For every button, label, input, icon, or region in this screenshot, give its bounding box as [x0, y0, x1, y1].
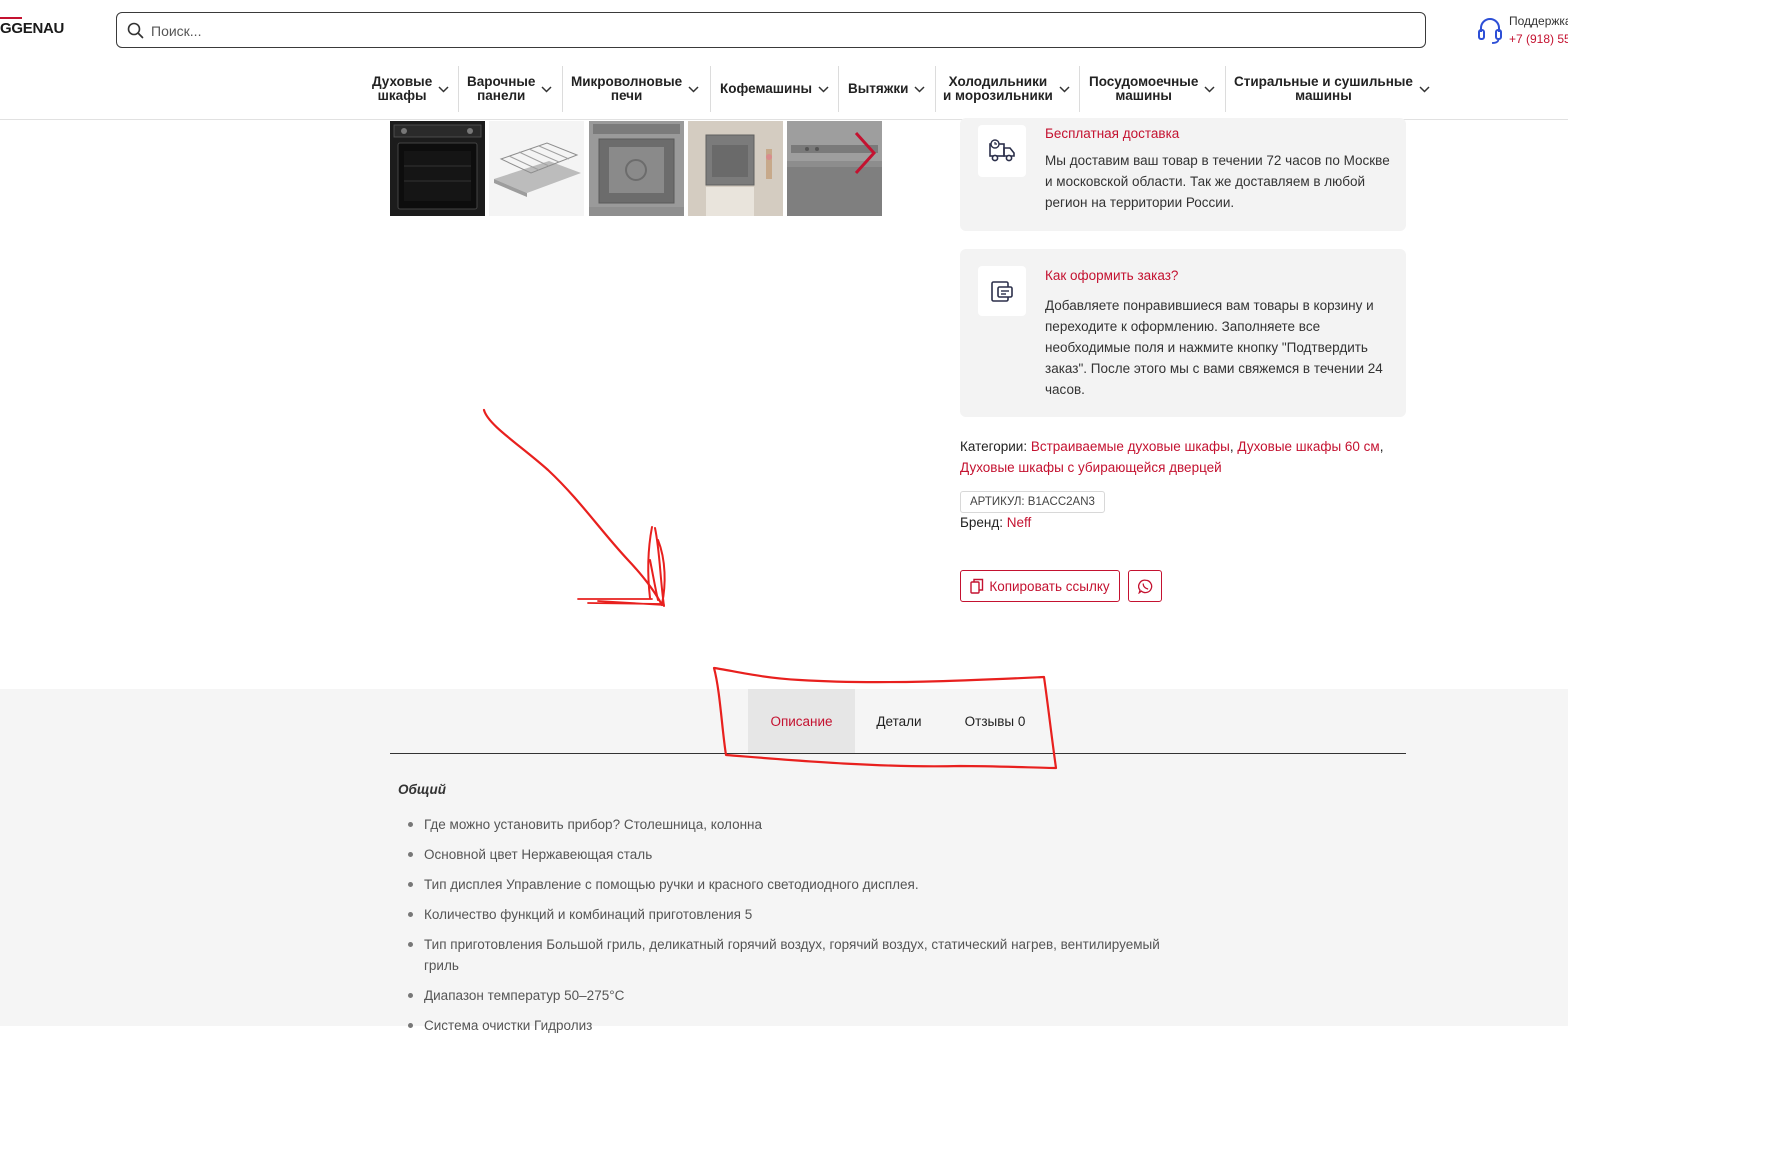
nav-item-coffee[interactable]: Кофемашины [720, 64, 829, 114]
chevron-right-icon[interactable] [848, 130, 878, 176]
annotation-arrow-base [577, 598, 665, 606]
tab-details[interactable]: Детали [862, 689, 936, 753]
nav-item-label: Духовые шкафы [372, 74, 433, 103]
nav-item-washers[interactable]: Стиральные и сушильные машины [1234, 64, 1430, 114]
copy-icon [970, 578, 984, 594]
nav-divider [710, 66, 711, 112]
wire-rack-image [489, 121, 584, 216]
nav-item-label: Стиральные и сушильные машины [1234, 74, 1413, 103]
gallery-thumbnail[interactable] [589, 121, 684, 216]
whatsapp-share-button[interactable] [1128, 570, 1162, 602]
tabs-divider [390, 753, 1406, 754]
spec-item: Количество функций и комбинаций приготов… [408, 904, 1188, 925]
gallery-thumbnail[interactable] [688, 121, 783, 216]
support-phone[interactable]: +7 (918) 55 [1509, 32, 1568, 46]
oven-in-kitchen-image [688, 121, 783, 216]
category-link[interactable]: Встраиваемые духовые шкафы [1031, 439, 1230, 454]
oven-front-image [390, 121, 485, 216]
nav-item-hobs[interactable]: Варочные панели [467, 64, 552, 114]
nav-divider [1079, 66, 1080, 112]
spec-item: Тип приготовления Большой гриль, деликат… [408, 934, 1188, 976]
nav-item-label: Варочные панели [467, 74, 536, 103]
chevron-down-icon [1419, 85, 1430, 93]
categories: Категории: Встраиваемые духовые шкафы, Д… [960, 439, 1384, 475]
chevron-down-icon [688, 85, 699, 93]
support-title: Поддержка [1509, 14, 1568, 28]
oven-interior-image [589, 121, 684, 216]
nav-item-dishwashers[interactable]: Посудомоечные машины [1089, 64, 1215, 114]
chevron-down-icon [1204, 85, 1215, 93]
support-block[interactable]: Поддержка +7 (918) 55 [1477, 14, 1568, 50]
order-card-text: Добавляете понравившиеся вам товары в ко… [1045, 298, 1383, 397]
category-link[interactable]: Духовые шкафы с убирающейся дверцей [960, 460, 1222, 475]
chevron-down-icon [914, 85, 925, 93]
tab-reviews[interactable]: Отзывы 0 [954, 689, 1036, 753]
truck-icon-box [978, 125, 1026, 177]
delivery-card-text: Мы доставим ваш товар в течении 72 часов… [1045, 153, 1390, 210]
chevron-down-icon [818, 85, 829, 93]
search-input[interactable] [151, 20, 1411, 42]
brand-link[interactable]: Neff [1007, 515, 1032, 530]
chevron-down-icon [541, 85, 552, 93]
spec-section-title: Общий [398, 782, 446, 797]
chevron-down-icon [438, 85, 449, 93]
copy-link-label: Копировать ссылку [989, 578, 1110, 594]
nav-item-microwaves[interactable]: Микроволновые печи [571, 64, 699, 114]
gallery-thumbnail[interactable] [489, 121, 584, 216]
categories-label: Категории: [960, 439, 1028, 454]
search-icon [127, 22, 144, 39]
delivery-card: Бесплатная доставка Мы доставим ваш това… [960, 118, 1406, 231]
order-card-title: Как оформить заказ? [1045, 268, 1179, 283]
gallery-thumbnail[interactable] [390, 121, 485, 216]
tab-description[interactable]: Описание [748, 689, 855, 753]
nav-item-label: Микроволновые печи [571, 74, 683, 103]
nav-item-ovens[interactable]: Духовые шкафы [372, 64, 449, 114]
whatsapp-icon [1137, 579, 1152, 594]
main-nav: Духовые шкафы Варочные панели Микроволно… [0, 64, 1568, 120]
spec-item: Основной цвет Нержавеющая сталь [408, 844, 1188, 865]
sku-badge: АРТИКУЛ: B1ACC2AN3 [960, 491, 1105, 513]
headset-icon [1478, 18, 1502, 44]
category-link[interactable]: Духовые шкафы 60 см [1237, 439, 1379, 454]
copy-link-button[interactable]: Копировать ссылку [960, 570, 1120, 602]
nav-divider [562, 66, 563, 112]
spec-item: Тип дисплея Управление с помощью ручки и… [408, 874, 1188, 895]
chevron-down-icon [1059, 85, 1070, 93]
spec-item: Диапазон температур 50–275°C [408, 985, 1188, 1006]
annotation-arrow [482, 408, 664, 607]
delivery-card-title: Бесплатная доставка [1045, 126, 1180, 141]
nav-divider [1225, 66, 1226, 112]
spec-item: Система очистки Гидролиз [408, 1015, 1188, 1036]
nav-item-label: Вытяжки [848, 81, 909, 96]
brand-line: Бренд: Neff [960, 515, 1031, 530]
spec-list: Где можно установить прибор? Столешница,… [408, 814, 1188, 1045]
wallet-icon-box [978, 266, 1026, 316]
order-card: Как оформить заказ? Добавляете понравивш… [960, 249, 1406, 417]
nav-item-hoods[interactable]: Вытяжки [848, 64, 925, 114]
brand-logo[interactable]: GGENAU [0, 17, 64, 37]
nav-divider [838, 66, 839, 112]
wallet-icon [991, 281, 1013, 302]
nav-divider [935, 66, 936, 112]
truck-icon [989, 139, 1015, 162]
annotation-arrowhead [647, 526, 666, 607]
nav-item-fridges[interactable]: Холодильники и морозильники [943, 64, 1070, 114]
nav-item-label: Холодильники и морозильники [943, 74, 1053, 103]
nav-item-label: Кофемашины [720, 81, 813, 96]
search-bar[interactable] [116, 12, 1426, 48]
nav-divider [458, 66, 459, 112]
nav-item-label: Посудомоечные машины [1089, 74, 1199, 103]
brand-label: Бренд: [960, 515, 1003, 530]
spec-item: Где можно установить прибор? Столешница,… [408, 814, 1188, 835]
